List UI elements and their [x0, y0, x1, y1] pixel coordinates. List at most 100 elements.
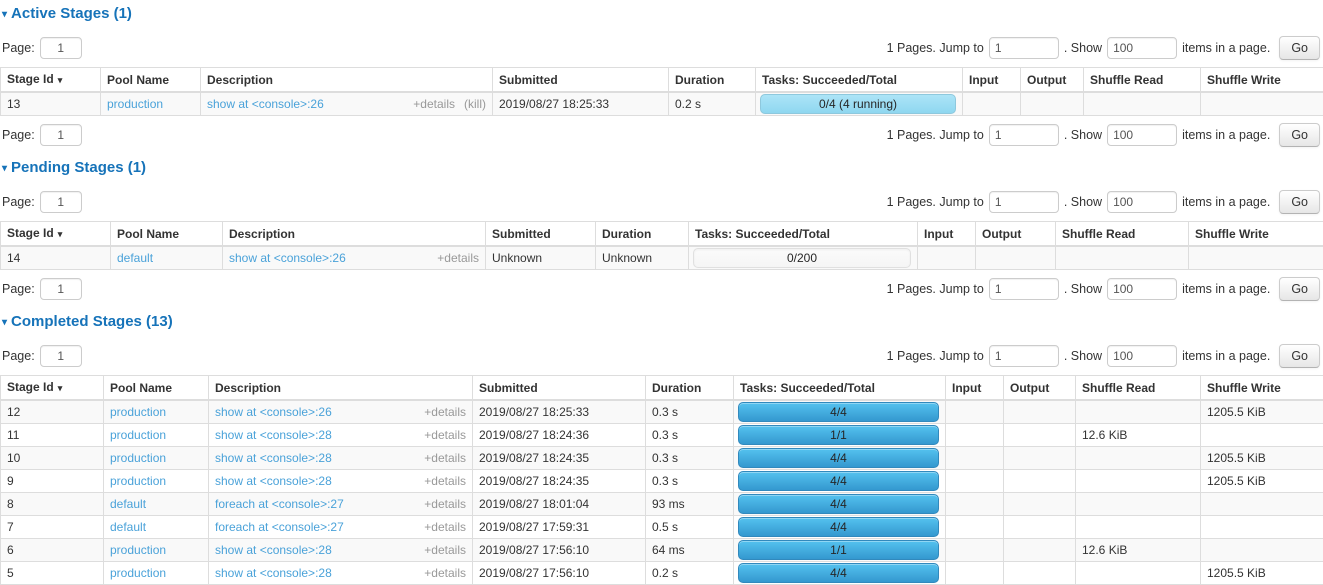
input-cell	[946, 516, 1004, 539]
pool-link[interactable]: default	[110, 497, 146, 511]
column-header-description[interactable]: Description	[223, 222, 486, 247]
column-header-submitted[interactable]: Submitted	[486, 222, 596, 247]
column-header-tasks[interactable]: Tasks: Succeeded/Total	[756, 68, 963, 93]
show-count-input[interactable]	[1107, 345, 1177, 367]
page-label: Page:	[2, 282, 35, 296]
details-toggle[interactable]: +details	[424, 428, 466, 442]
description-link[interactable]: foreach at <console>:27	[215, 497, 344, 511]
column-header-pool-name[interactable]: Pool Name	[104, 376, 209, 401]
column-header-tasks[interactable]: Tasks: Succeeded/Total	[689, 222, 918, 247]
column-header-shuffle-read[interactable]: Shuffle Read	[1076, 376, 1201, 401]
go-button[interactable]: Go	[1279, 190, 1320, 214]
column-header-input[interactable]: Input	[918, 222, 976, 247]
jump-to-input[interactable]	[989, 37, 1059, 59]
task-progress-label: 4/4	[739, 450, 938, 467]
pool-link[interactable]: production	[110, 566, 166, 580]
column-header-submitted[interactable]: Submitted	[473, 376, 646, 401]
details-toggle[interactable]: +details	[437, 251, 479, 265]
details-toggle[interactable]: +details	[424, 566, 466, 580]
description-link[interactable]: show at <console>:28	[215, 428, 332, 442]
description-link[interactable]: show at <console>:26	[207, 97, 324, 111]
tasks-cell: 0/4 (4 running)	[756, 92, 963, 116]
column-header-pool-name[interactable]: Pool Name	[111, 222, 223, 247]
section-header-pending[interactable]: ▾Pending Stages (1)	[2, 159, 1323, 179]
column-header-stage-id[interactable]: Stage Id▾	[1, 68, 101, 93]
go-button[interactable]: Go	[1279, 123, 1320, 147]
duration-cell: 64 ms	[646, 539, 734, 562]
details-toggle[interactable]: +details	[424, 405, 466, 419]
pool-name-cell: production	[104, 424, 209, 447]
description-link[interactable]: show at <console>:28	[215, 451, 332, 465]
column-header-duration[interactable]: Duration	[669, 68, 756, 93]
column-label: Shuffle Write	[1195, 227, 1269, 241]
column-header-input[interactable]: Input	[946, 376, 1004, 401]
show-count-input[interactable]	[1107, 37, 1177, 59]
description-link[interactable]: show at <console>:26	[229, 251, 346, 265]
go-button[interactable]: Go	[1279, 36, 1320, 60]
task-progress-bar: 4/4	[738, 494, 939, 514]
description-link[interactable]: show at <console>:28	[215, 474, 332, 488]
description-link[interactable]: show at <console>:28	[215, 566, 332, 580]
jump-to-input[interactable]	[989, 278, 1059, 300]
page-number-input[interactable]	[40, 345, 82, 367]
column-header-description[interactable]: Description	[201, 68, 493, 93]
show-count-input[interactable]	[1107, 191, 1177, 213]
description-link[interactable]: show at <console>:26	[215, 405, 332, 419]
pool-link[interactable]: default	[110, 520, 146, 534]
description-link[interactable]: foreach at <console>:27	[215, 520, 344, 534]
page-number-input[interactable]	[40, 124, 82, 146]
section-header-active[interactable]: ▾Active Stages (1)	[2, 5, 1323, 25]
column-header-stage-id[interactable]: Stage Id▾	[1, 222, 111, 247]
column-header-output[interactable]: Output	[976, 222, 1056, 247]
show-count-input[interactable]	[1107, 278, 1177, 300]
table-row: 7defaultforeach at <console>:27+details2…	[1, 516, 1323, 539]
page-number-input[interactable]	[40, 278, 82, 300]
shuffle-write-cell	[1201, 92, 1323, 116]
jump-show-control: 1 Pages. Jump to. Showitems in a page.Go	[887, 190, 1320, 214]
pool-link[interactable]: production	[110, 474, 166, 488]
column-header-duration[interactable]: Duration	[646, 376, 734, 401]
column-header-output[interactable]: Output	[1021, 68, 1084, 93]
column-header-submitted[interactable]: Submitted	[493, 68, 669, 93]
go-button[interactable]: Go	[1279, 344, 1320, 368]
show-count-input[interactable]	[1107, 124, 1177, 146]
column-header-output[interactable]: Output	[1004, 376, 1076, 401]
description-link[interactable]: show at <console>:28	[215, 543, 332, 557]
jump-to-input[interactable]	[989, 191, 1059, 213]
section-header-completed[interactable]: ▾Completed Stages (13)	[2, 313, 1323, 333]
pool-link[interactable]: production	[107, 97, 163, 111]
stage-id-cell: 12	[1, 400, 104, 424]
column-header-shuffle-write[interactable]: Shuffle Write	[1189, 222, 1323, 247]
completed-stages-table: Stage Id▾Pool NameDescriptionSubmittedDu…	[0, 375, 1323, 585]
details-toggle[interactable]: +details	[413, 97, 455, 111]
column-header-stage-id[interactable]: Stage Id▾	[1, 376, 104, 401]
page-number-input[interactable]	[40, 191, 82, 213]
pool-link[interactable]: production	[110, 451, 166, 465]
column-header-input[interactable]: Input	[963, 68, 1021, 93]
pool-link[interactable]: default	[117, 251, 153, 265]
column-header-description[interactable]: Description	[209, 376, 473, 401]
shuffle-write-cell	[1201, 539, 1323, 562]
go-button[interactable]: Go	[1279, 277, 1320, 301]
description-inner: show at <console>:26 +details (kill)	[207, 97, 486, 111]
column-header-shuffle-read[interactable]: Shuffle Read	[1056, 222, 1189, 247]
details-toggle[interactable]: +details	[424, 474, 466, 488]
pool-link[interactable]: production	[110, 428, 166, 442]
pool-link[interactable]: production	[110, 405, 166, 419]
jump-to-input[interactable]	[989, 345, 1059, 367]
details-toggle[interactable]: +details	[424, 520, 466, 534]
column-header-pool-name[interactable]: Pool Name	[101, 68, 201, 93]
details-toggle[interactable]: +details	[424, 497, 466, 511]
details-toggle[interactable]: +details	[424, 543, 466, 557]
column-header-shuffle-write[interactable]: Shuffle Write	[1201, 68, 1323, 93]
column-header-tasks[interactable]: Tasks: Succeeded/Total	[734, 376, 946, 401]
kill-link[interactable]: (kill)	[464, 97, 486, 111]
column-header-shuffle-write[interactable]: Shuffle Write	[1201, 376, 1323, 401]
page-number-input[interactable]	[40, 37, 82, 59]
column-header-shuffle-read[interactable]: Shuffle Read	[1084, 68, 1201, 93]
pool-link[interactable]: production	[110, 543, 166, 557]
column-header-duration[interactable]: Duration	[596, 222, 689, 247]
sort-descending-icon: ▾	[58, 229, 63, 239]
details-toggle[interactable]: +details	[424, 451, 466, 465]
jump-to-input[interactable]	[989, 124, 1059, 146]
